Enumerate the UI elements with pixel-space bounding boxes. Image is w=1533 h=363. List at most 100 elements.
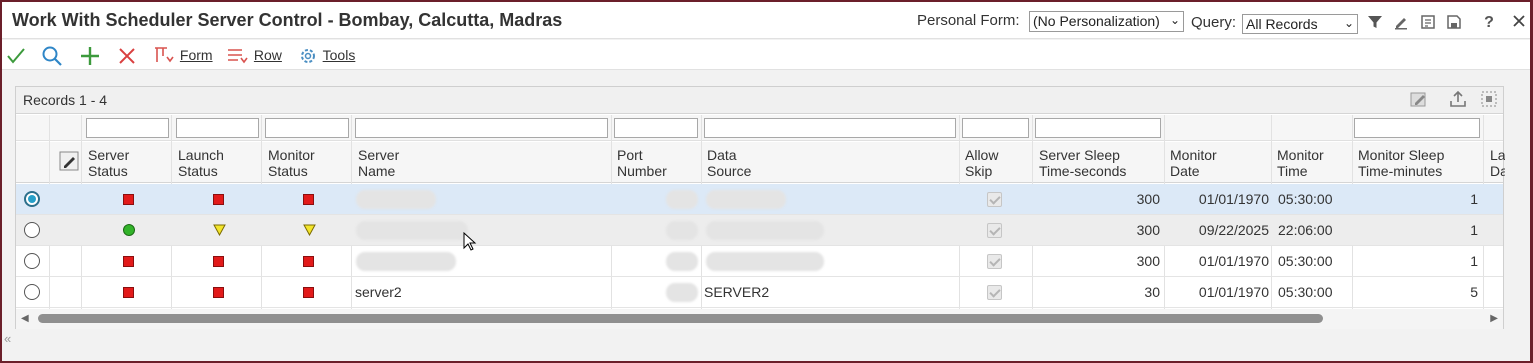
help-icon[interactable]: ?	[1480, 14, 1498, 32]
personal-form-value: (No Personalization)	[1033, 13, 1160, 29]
redacted-server-name	[356, 252, 456, 271]
row-menu-button[interactable]: Row	[226, 43, 282, 67]
column-header-row: Server Status Launch Status Monitor Stat…	[16, 142, 1505, 183]
cell-monitor-date: 09/22/2025	[1198, 222, 1269, 238]
status-red-square-icon	[123, 194, 134, 205]
col-server-status[interactable]: Server Status	[88, 147, 168, 179]
records-count: Records 1 - 4	[23, 92, 108, 108]
allow-skip-checkbox[interactable]	[987, 223, 1002, 238]
status-red-square-icon	[213, 256, 224, 267]
save-icon[interactable]	[1445, 14, 1463, 32]
col-data-source[interactable]: Data Source	[707, 147, 777, 179]
status-red-square-icon	[303, 287, 314, 298]
filter-allow-skip[interactable]	[962, 118, 1029, 138]
redacted-port-number	[666, 283, 698, 302]
cell-monitor-time: 05:30:00	[1278, 191, 1333, 207]
status-red-square-icon	[213, 287, 224, 298]
row-select-radio[interactable]	[24, 222, 40, 238]
filter-icon[interactable]	[1366, 14, 1384, 32]
col-server-name[interactable]: Server Name	[358, 147, 428, 179]
cell-monitor-time: 05:30:00	[1278, 253, 1333, 269]
cell-monitor-sleep: 1	[1470, 253, 1478, 269]
title-bar: Work With Scheduler Server Control - Bom…	[2, 2, 1530, 39]
scroll-right-icon[interactable]: ▶	[1490, 313, 1498, 324]
chevron-down-icon: ⌄	[1169, 13, 1180, 27]
allow-skip-checkbox[interactable]	[987, 254, 1002, 269]
col-monitor-time[interactable]: Monitor Time	[1277, 147, 1347, 179]
status-yellow-triangle-icon	[213, 224, 226, 236]
add-button[interactable]	[79, 43, 101, 67]
row-select-radio[interactable]	[24, 191, 40, 207]
mouse-cursor-icon	[463, 232, 477, 251]
horizontal-scrollbar[interactable]: ◀ ▶	[16, 309, 1503, 329]
form-menu-button[interactable]: Form	[152, 43, 213, 67]
cell-server-name: server2	[355, 284, 402, 300]
notes-icon[interactable]	[1419, 14, 1437, 32]
filter-port-number[interactable]	[614, 118, 698, 138]
filter-server-name[interactable]	[355, 118, 608, 138]
table-row[interactable]: 300 01/01/1970 05:30:00 1	[16, 246, 1503, 277]
col-last-date[interactable]: La Da	[1490, 147, 1505, 179]
export-icon[interactable]	[1448, 90, 1468, 110]
col-allow-skip[interactable]: Allow Skip	[965, 147, 1025, 179]
col-launch-status[interactable]: Launch Status	[178, 147, 248, 179]
close-icon[interactable]	[1510, 14, 1528, 32]
filter-server-status[interactable]	[86, 118, 169, 138]
row-select-radio[interactable]	[24, 284, 40, 300]
edit-query-icon[interactable]	[1392, 14, 1410, 32]
query-by-example-row	[16, 115, 1503, 141]
collapse-panel-icon[interactable]: «	[4, 331, 11, 346]
grid-edit-icon[interactable]	[1409, 90, 1429, 110]
query-select[interactable]: All Records ⌄	[1242, 14, 1358, 34]
cell-monitor-date: 01/01/1970	[1198, 191, 1269, 207]
table-row[interactable]: server2 SERVER2 30 01/01/1970 05:30:00 5	[16, 277, 1503, 308]
personal-form-select[interactable]: (No Personalization) ⌄	[1029, 11, 1184, 32]
col-server-sleep[interactable]: Server Sleep Time-seconds	[1039, 147, 1139, 179]
filter-monitor-status[interactable]	[265, 118, 349, 138]
chevron-down-icon: ⌄	[1343, 16, 1354, 30]
filter-launch-status[interactable]	[176, 118, 259, 138]
find-button[interactable]	[41, 43, 63, 67]
status-red-square-icon	[213, 194, 224, 205]
row-edit-header-icon[interactable]	[59, 151, 79, 174]
cell-monitor-sleep: 1	[1470, 222, 1478, 238]
form-menu-label: Form	[179, 47, 213, 63]
cell-monitor-date: 01/01/1970	[1198, 284, 1269, 300]
plus-icon	[81, 47, 99, 66]
close-icon	[119, 48, 135, 65]
redacted-data-source	[706, 221, 824, 240]
table-row[interactable]: 300 09/22/2025 22:06:00 1	[16, 215, 1503, 246]
col-port-number[interactable]: Port Number	[617, 147, 687, 179]
allow-skip-checkbox[interactable]	[987, 192, 1002, 207]
cell-monitor-sleep: 1	[1470, 191, 1478, 207]
col-monitor-sleep[interactable]: Monitor Sleep Time-minutes	[1358, 147, 1483, 179]
cell-data-source: SERVER2	[704, 284, 770, 300]
table-row[interactable]: 300 01/01/1970 05:30:00 1	[16, 184, 1503, 215]
tools-menu-button[interactable]: Tools	[297, 43, 355, 67]
col-monitor-date[interactable]: Monitor Date	[1170, 147, 1240, 179]
scroll-left-icon[interactable]: ◀	[21, 313, 29, 324]
col-monitor-status[interactable]: Monitor Status	[268, 147, 338, 179]
redacted-data-source	[706, 190, 786, 209]
status-yellow-triangle-icon	[303, 224, 316, 236]
filter-monitor-sleep[interactable]	[1354, 118, 1480, 138]
personal-form-label: Personal Form:	[917, 12, 1020, 29]
status-red-square-icon	[303, 256, 314, 267]
maximize-grid-icon[interactable]	[1479, 90, 1499, 110]
filter-server-sleep[interactable]	[1035, 118, 1161, 138]
allow-skip-checkbox[interactable]	[987, 285, 1002, 300]
row-select-radio[interactable]	[24, 253, 40, 269]
status-green-circle-icon	[123, 224, 135, 236]
cell-server-sleep: 300	[1136, 191, 1160, 207]
filter-data-source[interactable]	[704, 118, 956, 138]
search-icon	[42, 46, 62, 67]
redacted-port-number	[666, 221, 698, 240]
delete-button[interactable]	[116, 43, 138, 67]
row-icon	[228, 49, 248, 64]
gear-icon	[301, 49, 315, 64]
tools-menu-label: Tools	[322, 47, 356, 63]
select-button[interactable]	[5, 43, 27, 67]
scrollbar-thumb[interactable]	[38, 314, 1323, 323]
form-icon	[155, 47, 174, 63]
status-red-square-icon	[123, 287, 134, 298]
